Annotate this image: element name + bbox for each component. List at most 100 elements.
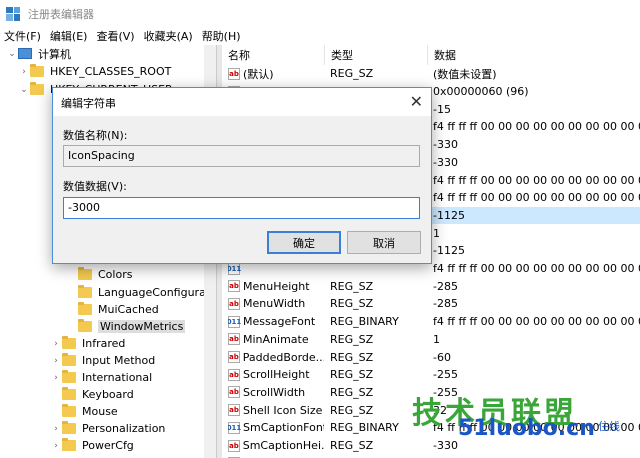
chevron-right-icon[interactable]: › [50,441,62,451]
string-value-icon: ab [228,297,240,310]
string-value-icon: ab [228,280,240,293]
tree-item-languageconfig[interactable]: LanguageConfigurat [78,284,210,301]
value-data-input[interactable]: -3000 [63,197,420,219]
folder-icon [78,319,92,332]
value-type-cell: REG_SZ [330,350,374,364]
tree-item-powercfg[interactable]: › PowerCfg [50,437,134,454]
value-name-text: ScrollWidth [243,385,306,399]
table-row[interactable]: ab (默认) REG_SZ (数值未设置) [222,65,640,83]
tree-item-label: 计算机 [38,47,71,61]
watermark-side: 住线 [598,420,620,433]
value-data-cell: f4 ff ff ff 00 00 00 00 00 00 00 00 00 0… [433,262,640,276]
value-name-cell: ab (默认) [228,66,324,82]
value-name-cell: 011 MessageFont [228,315,324,328]
value-name-text: SmCaptionFont [243,421,324,435]
value-type-cell: REG_SZ [330,279,374,293]
value-data-cell: f4 ff ff ff 00 00 00 00 00 00 00 00 00 0… [433,315,640,329]
computer-icon [18,48,32,59]
tree-item-international[interactable]: › International [50,369,152,386]
menu-view[interactable]: 查看(V) [92,28,139,44]
chevron-down-icon[interactable]: ⌄ [6,49,18,59]
table-row[interactable]: ab PaddedBorde... REG_SZ -60 [222,348,640,366]
value-name-cell: 011 SmCaptionFont [228,421,324,434]
watermark-url: 51luobo.cn [458,416,595,441]
value-data-cell: -330 [433,155,458,169]
value-data-cell: -255 [433,368,458,382]
value-name-text: MenuWidth [243,297,306,311]
value-name-cell: ab PaddedBorde... [228,351,324,364]
chevron-down-icon[interactable]: ⌄ [18,85,30,95]
menu-help[interactable]: 帮助(H) [198,28,246,44]
column-header-label: 数据 [434,49,456,62]
column-header-name[interactable]: 名称 [222,45,325,65]
value-data-cell: -285 [433,279,458,293]
tree-item-label: LanguageConfigurat [98,286,211,299]
tree-item-colors[interactable]: Colors [78,266,132,283]
chevron-right-icon[interactable]: › [50,356,62,366]
value-name-cell: ab MenuWidth [228,297,324,310]
value-type-cell: REG_SZ [330,385,374,399]
string-value-icon: ab [228,404,240,417]
tree-item-computer[interactable]: ⌄ 计算机 [6,45,71,62]
tree-item-windowmetrics[interactable]: WindowMetrics [78,318,186,335]
value-name-text: PaddedBorde... [242,350,324,364]
folder-icon [62,421,76,434]
value-data-cell: -1125 [433,244,465,258]
column-header-label: 类型 [331,49,353,62]
menu-file[interactable]: 文件(F) [0,28,46,44]
tree-item-label: PowerCfg [82,439,134,452]
tree-item-label: HKEY_CLASSES_ROOT [50,65,172,78]
chevron-right-icon[interactable]: › [18,67,30,77]
value-name-text: Shell Icon Size [243,403,323,417]
tree-item-label: Keyboard [82,388,134,401]
value-type-cell: REG_BINARY [330,421,399,435]
tree-item-hkcr[interactable]: › HKEY_CLASSES_ROOT [18,63,171,80]
tree-item-muicached[interactable]: MuiCached [78,301,159,318]
chevron-right-icon[interactable]: › [50,424,62,434]
table-row[interactable]: 011 MessageFont REG_BINARY f4 ff ff ff 00 0… [222,313,640,331]
value-name-text: ScrollHeight [243,368,310,382]
value-data-cell: 1 [433,332,440,346]
menu-favorites[interactable]: 收藏夹(A) [140,28,198,44]
folder-icon [30,82,44,95]
folder-icon [78,285,92,298]
value-type-cell: REG_SZ [330,368,374,382]
value-data-cell: 0x00000060 (96) [433,85,529,99]
menu-edit[interactable]: 编辑(E) [46,28,93,44]
dialog-title: 编辑字符串 [61,97,116,110]
value-name-text: SmCaptionHei... [242,439,324,453]
value-name-text: (默认) [243,67,274,81]
cancel-button[interactable]: 取消 [347,231,421,254]
chevron-right-icon[interactable]: › [50,373,62,383]
column-header-label: 名称 [228,49,250,62]
tree-item-label: Colors [98,268,133,281]
close-icon[interactable]: ✕ [410,92,423,111]
value-data-cell: f4 ff ff ff 00 00 00 00 00 00 00 00 00 0… [433,120,640,134]
column-header-data[interactable]: 数据 [428,45,640,65]
folder-icon [30,64,44,77]
value-data-cell: -60 [433,350,451,364]
tree-item-input-method[interactable]: › Input Method [50,352,155,369]
table-row[interactable]: ab MenuHeight REG_SZ -285 [222,277,640,295]
table-row[interactable]: ab MenuWidth REG_SZ -285 [222,295,640,313]
table-row[interactable]: ab ScrollHeight REG_SZ -255 [222,366,640,384]
table-row[interactable]: ab MinAnimate REG_SZ 1 [222,331,640,349]
value-name-text: MenuHeight [243,279,310,293]
chevron-right-icon[interactable]: › [50,339,62,349]
value-name-label: 数值名称(N): [63,129,128,142]
string-value-icon: ab [228,67,240,80]
folder-icon [62,370,76,383]
value-name-cell: ab Shell Icon Size [228,404,324,417]
ok-button[interactable]: 确定 [267,231,341,254]
tree-item-label: Infrared [82,337,126,350]
tree-item-infrared[interactable]: › Infrared [50,335,125,352]
value-name-cell: ab ScrollWidth [228,386,324,399]
tree-item-label: Personalization [82,422,166,435]
tree-item-personalization[interactable]: › Personalization [50,420,165,437]
tree-item-keyboard[interactable]: Keyboard [50,386,134,403]
value-data-cell: 1 [433,226,440,240]
tree-item-mouse[interactable]: Mouse [50,403,118,420]
column-header-type[interactable]: 类型 [325,45,428,65]
value-data-cell: -330 [433,138,458,152]
value-data-cell: f4 ff ff ff 00 00 00 00 00 00 00 00 00 0… [433,191,640,205]
